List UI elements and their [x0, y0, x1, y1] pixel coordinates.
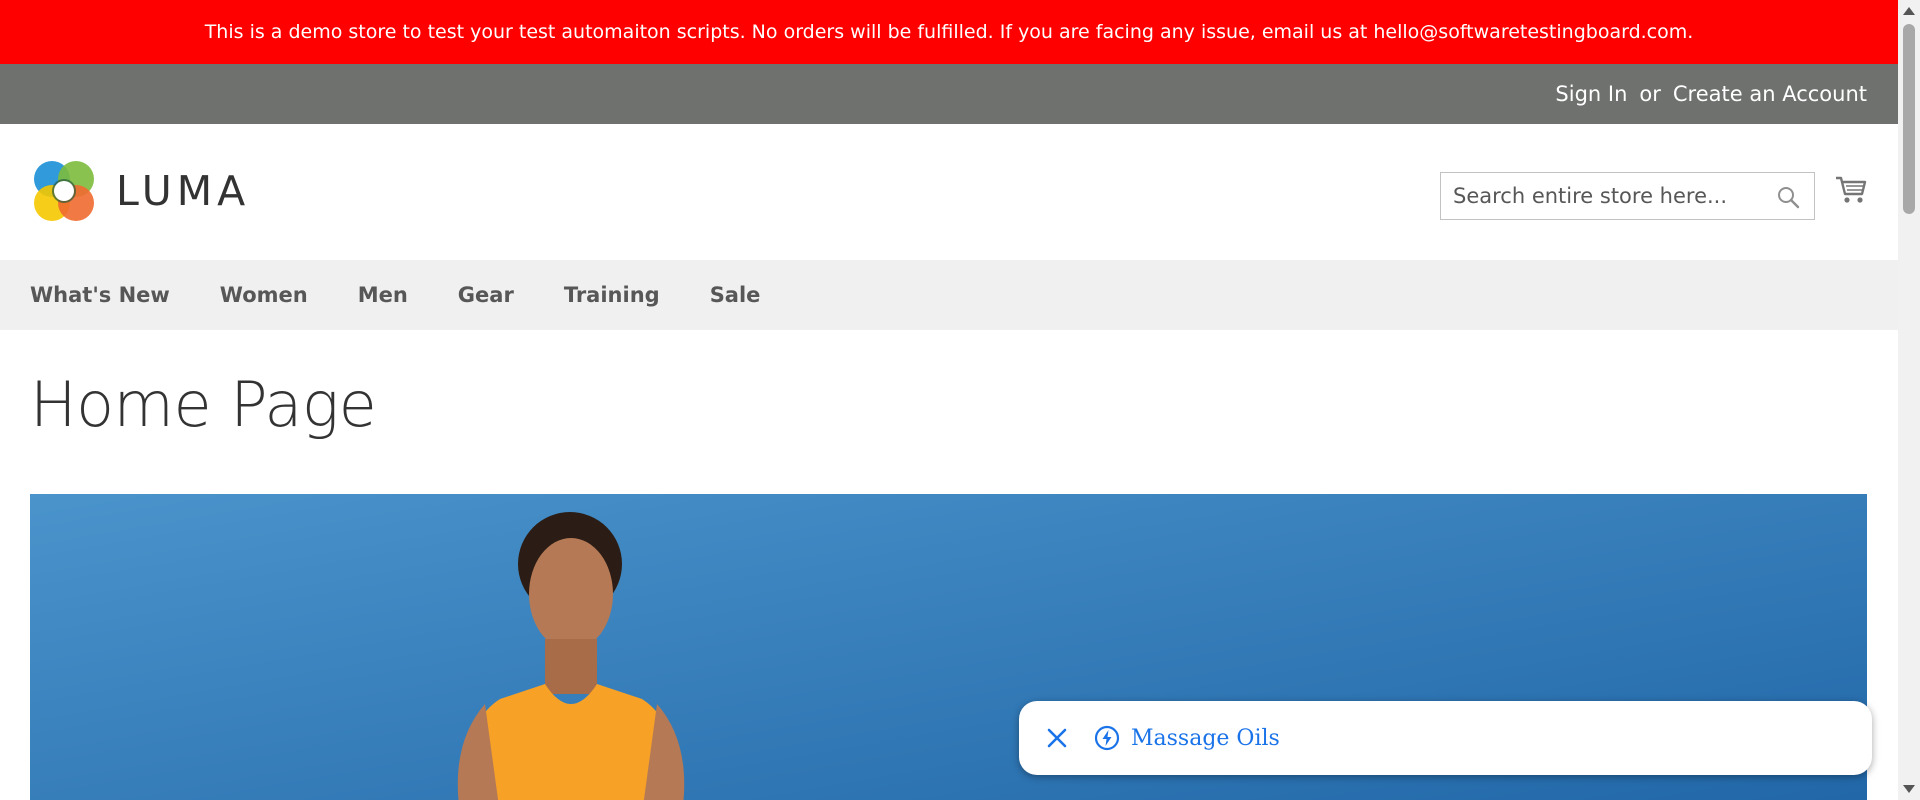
nav-item-sale[interactable]: Sale — [710, 283, 761, 307]
or-separator: or — [1639, 82, 1661, 106]
demo-notice-text: This is a demo store to test your test a… — [204, 21, 1694, 43]
sign-in-link[interactable]: Sign In — [1555, 82, 1627, 106]
search-input[interactable] — [1453, 184, 1763, 208]
nav-item-whats-new[interactable]: What's New — [30, 283, 170, 307]
search-box — [1440, 172, 1815, 220]
close-icon[interactable] — [1043, 724, 1071, 752]
main-navigation: What's New Women Men Gear Training Sale — [0, 260, 1898, 330]
create-account-link[interactable]: Create an Account — [1673, 82, 1867, 106]
luma-logo-icon — [34, 161, 94, 221]
page-title: Home Page — [30, 368, 377, 441]
page-content: This is a demo store to test your test a… — [0, 0, 1898, 800]
top-links-bar: Sign In or Create an Account — [0, 64, 1898, 124]
page: This is a demo store to test your test a… — [0, 0, 1920, 800]
site-header: LUMA — [0, 124, 1898, 260]
nav-item-gear[interactable]: Gear — [458, 283, 514, 307]
cart-icon[interactable] — [1834, 172, 1868, 206]
suggestion-popup: Massage Oils — [1019, 701, 1872, 775]
nav-item-training[interactable]: Training — [564, 283, 660, 307]
nav-item-men[interactable]: Men — [358, 283, 408, 307]
nav-item-women[interactable]: Women — [220, 283, 308, 307]
demo-notice: This is a demo store to test your test a… — [0, 0, 1898, 64]
logo-text: LUMA — [116, 167, 251, 215]
vertical-scrollbar[interactable] — [1898, 0, 1920, 800]
scroll-up-arrow-icon[interactable] — [1903, 7, 1915, 15]
scroll-thumb[interactable] — [1903, 24, 1915, 214]
popup-link[interactable]: Massage Oils — [1131, 726, 1280, 751]
bolt-icon — [1094, 725, 1120, 751]
scroll-down-arrow-icon[interactable] — [1903, 785, 1915, 793]
title-wrapper: Home Page — [0, 330, 1898, 494]
logo[interactable]: LUMA — [30, 157, 250, 225]
search-icon[interactable] — [1776, 185, 1800, 209]
